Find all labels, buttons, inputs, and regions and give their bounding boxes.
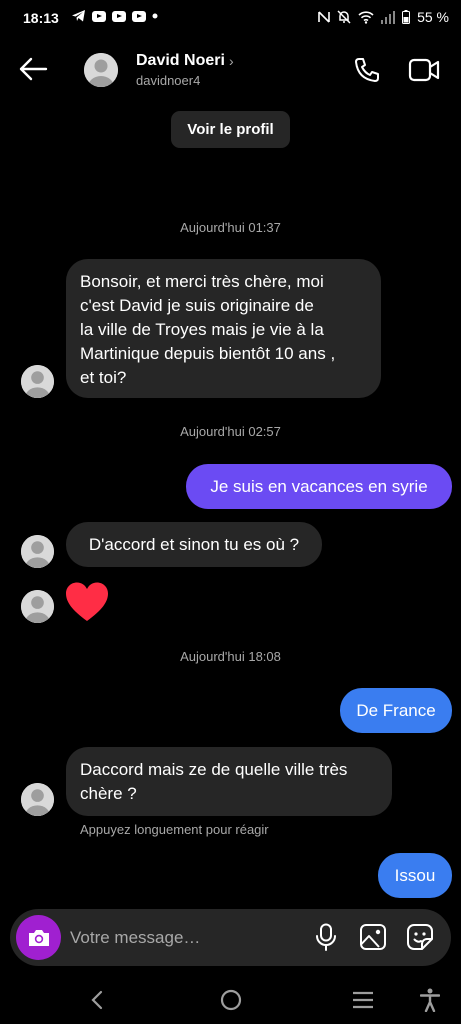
nav-home-button[interactable] (216, 985, 246, 1015)
message-line: chère ? (80, 784, 137, 803)
view-profile-button[interactable]: Voir le profil (171, 111, 290, 148)
sender-avatar[interactable] (21, 365, 54, 398)
chevron-left-icon (91, 990, 103, 1010)
notification-icons (72, 10, 158, 22)
incoming-message-bubble[interactable]: D'accord et sinon tu es où ? (66, 522, 322, 567)
default-avatar-icon (21, 590, 54, 623)
battery-icon (402, 10, 411, 24)
heart-icon (66, 582, 108, 621)
outgoing-message-bubble[interactable]: De France (340, 688, 452, 733)
message-text: Bonsoir, et merci très chère, moi c'est … (80, 270, 335, 390)
outgoing-message-bubble[interactable]: Je suis en vacances en syrie (186, 464, 452, 509)
video-camera-icon (408, 58, 440, 82)
back-button[interactable] (14, 52, 52, 86)
telegram-icon (72, 10, 85, 22)
accessibility-icon (420, 988, 440, 1012)
youtube-icon (92, 10, 106, 22)
message-line: et toi? (80, 368, 127, 387)
mute-bell-icon (337, 10, 351, 24)
camera-icon (28, 929, 49, 946)
sender-avatar[interactable] (21, 535, 54, 568)
arrow-left-icon (19, 57, 48, 81)
dot-icon (152, 13, 158, 19)
video-call-button[interactable] (406, 54, 442, 86)
default-avatar-icon (21, 535, 54, 568)
status-time: 18:13 (23, 10, 59, 26)
battery-percent: 55 % (417, 9, 449, 25)
gallery-button[interactable] (356, 920, 390, 954)
nav-back-button[interactable] (84, 985, 110, 1015)
camera-button[interactable] (16, 915, 61, 960)
contact-avatar[interactable] (84, 53, 118, 87)
youtube-icon (112, 10, 126, 22)
message-text: Daccord mais ze de quelle ville très chè… (80, 758, 347, 806)
chevron-right-icon[interactable]: › (229, 53, 234, 69)
default-avatar-icon (84, 53, 118, 87)
timestamp: Aujourd'hui 01:37 (180, 220, 281, 235)
timestamp: Aujourd'hui 18:08 (180, 649, 281, 664)
message-line: Martinique depuis bientôt 10 ans , (80, 344, 336, 363)
message-line: c'est David je suis originaire de (80, 296, 314, 315)
default-avatar-icon (21, 365, 54, 398)
system-navigation-bar (0, 975, 461, 1024)
incoming-message-bubble[interactable]: Bonsoir, et merci très chère, moi c'est … (66, 259, 381, 398)
sticker-icon (407, 924, 433, 950)
sender-avatar[interactable] (21, 590, 54, 623)
nav-recents-button[interactable] (348, 985, 378, 1015)
sticker-button[interactable] (402, 920, 438, 954)
outgoing-message-bubble[interactable]: Issou (378, 853, 452, 898)
message-line: la ville de Troyes mais je vie à la (80, 320, 324, 339)
accessibility-button[interactable] (416, 985, 444, 1015)
status-bar: 18:13 55 % (0, 0, 461, 36)
default-avatar-icon (21, 783, 54, 816)
contact-username[interactable]: davidnoer4 (136, 73, 200, 88)
contact-name[interactable]: David Noeri (136, 52, 225, 70)
voice-message-button[interactable] (310, 920, 342, 954)
image-icon (360, 924, 386, 950)
message-line: Bonsoir, et merci très chère, moi (80, 272, 324, 291)
message-input[interactable] (70, 925, 290, 951)
signal-icon (381, 10, 396, 24)
microphone-icon (316, 923, 336, 951)
message-line: Daccord mais ze de quelle ville très (80, 760, 348, 779)
wifi-icon (358, 10, 374, 24)
voice-call-button[interactable] (350, 54, 384, 86)
circle-icon (220, 989, 242, 1011)
react-hint: Appuyez longuement pour réagir (80, 822, 269, 837)
sender-avatar[interactable] (21, 783, 54, 816)
nfc-icon (318, 11, 330, 23)
incoming-message-bubble[interactable]: Daccord mais ze de quelle ville très chè… (66, 747, 392, 816)
youtube-icon (132, 10, 146, 22)
system-icons: 55 % (318, 9, 449, 25)
timestamp: Aujourd'hui 02:57 (180, 424, 281, 439)
phone-icon (355, 58, 379, 82)
menu-lines-icon (353, 991, 373, 1009)
heart-message[interactable] (64, 581, 110, 623)
